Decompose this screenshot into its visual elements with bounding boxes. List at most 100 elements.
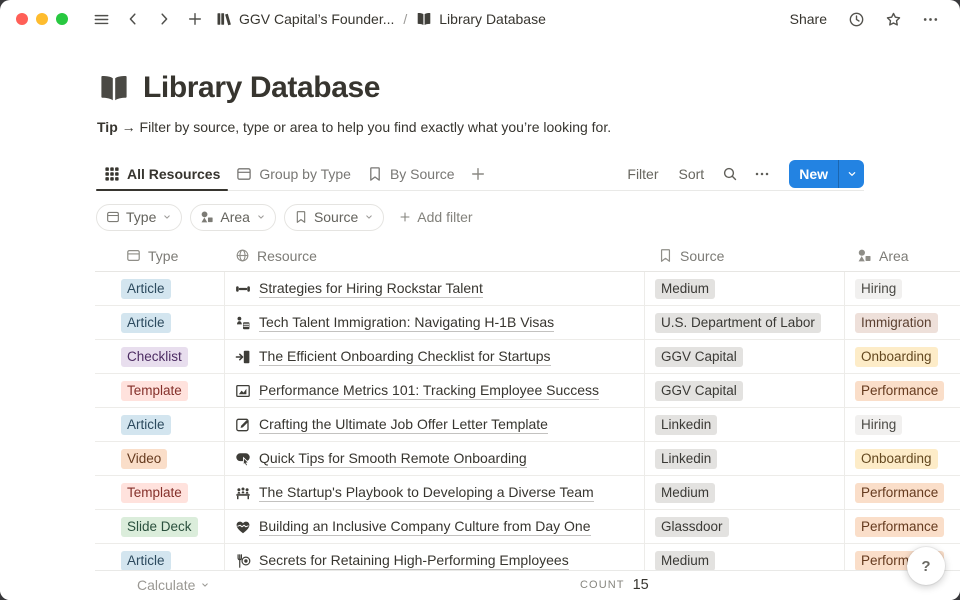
column-header-source[interactable]: Source (645, 240, 845, 271)
source-tag: Medium (655, 483, 715, 503)
cell-area[interactable]: Onboarding (845, 340, 960, 373)
cell-type[interactable]: Template (95, 476, 225, 509)
resource-title[interactable]: Crafting the Ultimate Job Offer Letter T… (259, 416, 548, 434)
traffic-light-zoom[interactable] (56, 13, 68, 25)
source-tag: GGV Capital (655, 347, 743, 367)
resource-title[interactable]: Tech Talent Immigration: Navigating H-1B… (259, 314, 554, 332)
add-view-icon (470, 166, 486, 182)
filter-chip-type[interactable]: Type (96, 204, 182, 231)
breadcrumb-separator: / (403, 11, 407, 27)
calculate-label: Calculate (137, 577, 195, 593)
traffic-light-minimize[interactable] (36, 13, 48, 25)
add-filter-button[interactable]: Add filter (399, 209, 472, 225)
chip-label: Area (220, 209, 250, 225)
area-tag: Performance (855, 483, 944, 503)
cell-resource[interactable]: The Startup's Playbook to Developing a D… (225, 476, 645, 509)
column-label: Area (879, 248, 909, 264)
cell-source[interactable]: GGV Capital (645, 340, 845, 373)
cell-type[interactable]: Slide Deck (95, 510, 225, 543)
topbar-actions: Share (784, 6, 944, 33)
cell-area[interactable]: Hiring (845, 408, 960, 441)
tab-by-source[interactable]: By Source (359, 157, 463, 190)
add-view-button[interactable] (465, 161, 491, 187)
cell-source[interactable]: Medium (645, 476, 845, 509)
chevron-right-button[interactable] (150, 6, 177, 33)
new-button[interactable]: New (789, 160, 864, 188)
cell-resource[interactable]: Tech Talent Immigration: Navigating H-1B… (225, 306, 645, 339)
type-tag: Article (121, 279, 171, 299)
cell-area[interactable]: Hiring (845, 272, 960, 305)
hamburger-icon (93, 11, 110, 28)
help-button[interactable]: ? (907, 547, 945, 585)
resource-title[interactable]: Quick Tips for Smooth Remote Onboarding (259, 450, 527, 468)
cell-resource[interactable]: Performance Metrics 101: Tracking Employ… (225, 374, 645, 407)
column-header-area[interactable]: Area (845, 240, 960, 271)
breadcrumb-item-ggv-capital-s-founder[interactable]: GGV Capital’s Founder... (216, 11, 394, 27)
footer-divider (95, 570, 960, 571)
search-icon (722, 166, 738, 182)
door-enter-icon (235, 349, 251, 365)
cell-resource[interactable]: Strategies for Hiring Rockstar Talent (225, 272, 645, 305)
cell-area[interactable]: Performance (845, 374, 960, 407)
tab-label: All Resources (127, 166, 220, 182)
resource-title[interactable]: Secrets for Retaining High-Performing Em… (259, 552, 569, 570)
resource-title[interactable]: The Startup's Playbook to Developing a D… (259, 484, 594, 502)
tab-all-resources[interactable]: All Resources (96, 157, 228, 190)
ellipsis-button[interactable] (749, 161, 775, 187)
page-title[interactable]: Library Database (143, 71, 380, 105)
cell-resource[interactable]: Crafting the Ultimate Job Offer Letter T… (225, 408, 645, 441)
cell-area[interactable]: Immigration (845, 306, 960, 339)
cell-area[interactable]: Onboarding (845, 442, 960, 475)
tab-group-by-type[interactable]: Group by Type (228, 157, 359, 190)
cell-type[interactable]: Video (95, 442, 225, 475)
plus-button[interactable] (181, 6, 208, 33)
sort-button[interactable]: Sort (672, 166, 712, 182)
resource-title[interactable]: The Efficient Onboarding Checklist for S… (259, 348, 551, 366)
cell-source[interactable]: Linkedin (645, 442, 845, 475)
cell-source[interactable]: Glassdoor (645, 510, 845, 543)
table-row: Article Tech Talent Immigration: Navigati… (95, 306, 960, 340)
bookmark-icon (294, 210, 308, 224)
filter-button[interactable]: Filter (620, 166, 665, 182)
tab-label: Group by Type (259, 166, 351, 182)
cell-resource[interactable]: Quick Tips for Smooth Remote Onboarding (225, 442, 645, 475)
count-summary[interactable]: COUNT 15 (580, 570, 649, 600)
tip-text: Tip → Filter by source, type or area to … (97, 119, 611, 135)
column-header-resource[interactable]: Resource (225, 240, 645, 271)
cell-area[interactable]: Performance (845, 476, 960, 509)
filter-chip-source[interactable]: Source (284, 204, 384, 231)
star-button[interactable] (880, 6, 907, 33)
cell-source[interactable]: GGV Capital (645, 374, 845, 407)
column-header-type[interactable]: Type (95, 240, 225, 271)
notion-window: GGV Capital’s Founder... / Library Databas… (0, 0, 960, 600)
cell-resource[interactable]: The Efficient Onboarding Checklist for S… (225, 340, 645, 373)
calculate-dropdown[interactable]: Calculate (137, 570, 210, 600)
traffic-light-close[interactable] (16, 13, 28, 25)
resource-title[interactable]: Strategies for Hiring Rockstar Talent (259, 280, 483, 298)
filter-chip-area[interactable]: Area (190, 204, 276, 231)
cell-resource[interactable]: Building an Inclusive Company Culture fr… (225, 510, 645, 543)
breadcrumb: GGV Capital’s Founder... / Library Databas… (216, 11, 546, 27)
cell-source[interactable]: Linkedin (645, 408, 845, 441)
new-button-label[interactable]: New (789, 160, 838, 188)
resource-title[interactable]: Performance Metrics 101: Tracking Employ… (259, 382, 599, 400)
cell-source[interactable]: U.S. Department of Labor (645, 306, 845, 339)
cell-area[interactable]: Performance (845, 510, 960, 543)
chevron-left-button[interactable] (119, 6, 146, 33)
resource-title[interactable]: Building an Inclusive Company Culture fr… (259, 518, 591, 536)
cell-type[interactable]: Article (95, 306, 225, 339)
share-button[interactable]: Share (784, 11, 833, 27)
cell-type[interactable]: Article (95, 408, 225, 441)
cell-type[interactable]: Checklist (95, 340, 225, 373)
ellipsis-button[interactable] (917, 6, 944, 33)
breadcrumb-item-library-database[interactable]: Library Database (416, 11, 546, 27)
cell-type[interactable]: Template (95, 374, 225, 407)
cell-source[interactable]: Medium (645, 272, 845, 305)
table-row: Checklist The Efficient Onboarding Checkl… (95, 340, 960, 374)
search-button[interactable] (717, 161, 743, 187)
clock-button[interactable] (843, 6, 870, 33)
cell-type[interactable]: Article (95, 272, 225, 305)
hamburger-button[interactable] (88, 6, 115, 33)
new-dropdown-button[interactable] (839, 160, 864, 188)
source-tag: Medium (655, 551, 715, 571)
